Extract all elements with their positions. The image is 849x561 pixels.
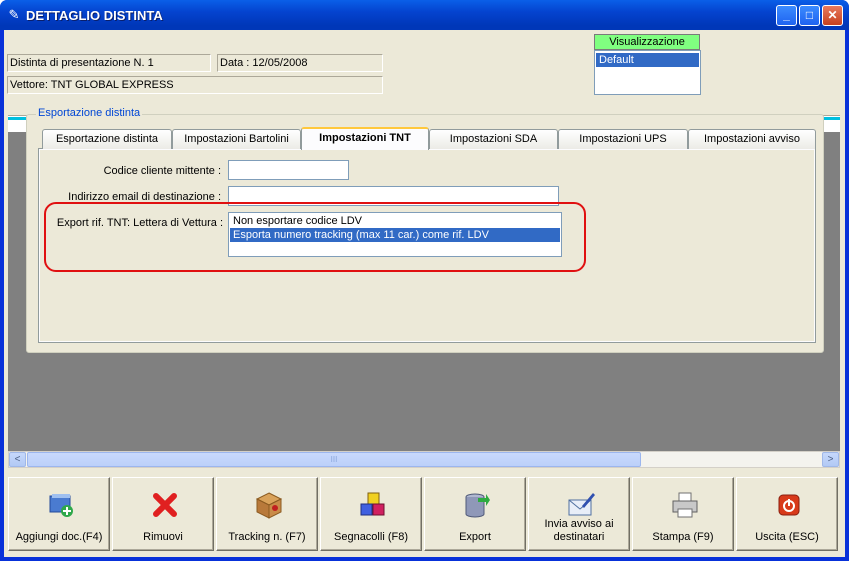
cubes-icon (360, 492, 385, 516)
bottom-toolbar: Aggiungi doc.(F4) Rimuovi Tracking n. (F… (8, 477, 840, 553)
visualizzazione-header: Visualizzazione (594, 34, 700, 50)
tracking-label: Tracking n. (F7) (228, 531, 306, 543)
scroll-thumb[interactable]: III (27, 452, 641, 467)
red-x-icon (153, 493, 177, 517)
printer-icon (672, 492, 698, 518)
remove-button[interactable]: Rimuovi (112, 477, 214, 551)
print-button[interactable]: Stampa (F9) (632, 477, 734, 551)
add-document-button[interactable]: Aggiungi doc.(F4) (8, 477, 110, 551)
database-export-icon (465, 493, 490, 518)
send-notice-button[interactable]: Invia avviso ai destinatari (528, 477, 630, 551)
exit-button[interactable]: Uscita (ESC) (736, 477, 838, 551)
close-button[interactable]: ✕ (822, 5, 843, 26)
segnacolli-button[interactable]: Segnacolli (F8) (320, 477, 422, 551)
settings-tabs: Esportazione distinta Impostazioni Barto… (42, 127, 816, 150)
tracking-button[interactable]: Tracking n. (F7) (216, 477, 318, 551)
red-highlight-annotation (44, 202, 586, 272)
tab-esportazione-distinta[interactable]: Esportazione distinta (42, 129, 172, 149)
print-label: Stampa (F9) (652, 531, 714, 543)
tab-impostazioni-sda[interactable]: Impostazioni SDA (429, 129, 558, 149)
add-document-label: Aggiungi doc.(F4) (15, 531, 103, 543)
export-group-label: Esportazione distinta (36, 107, 143, 119)
window-client-area: Distinta di presentazione N. 1 Data : 12… (4, 30, 845, 557)
pin-icon: ✎ (8, 7, 20, 22)
export-button[interactable]: Export (424, 477, 526, 551)
minimize-button[interactable]: _ (776, 5, 797, 26)
date-field: Data : 12/05/2008 (217, 54, 383, 72)
codice-cliente-label: Codice cliente mittente : (103, 165, 221, 177)
tab-impostazioni-ups[interactable]: Impostazioni UPS (558, 129, 688, 149)
tab-impostazioni-tnt[interactable]: Impostazioni TNT (301, 127, 429, 150)
distinta-number-field: Distinta di presentazione N. 1 (7, 54, 211, 72)
maximize-button[interactable]: □ (799, 5, 820, 26)
tab-impostazioni-avviso[interactable]: Impostazioni avviso (688, 129, 816, 149)
package-icon (255, 492, 283, 519)
envelope-pen-icon (568, 493, 595, 516)
visualizzazione-item-default[interactable]: Default (596, 53, 699, 67)
codice-cliente-input[interactable] (228, 160, 349, 180)
power-icon (778, 494, 800, 516)
title-bar[interactable]: ✎ DETTAGLIO DISTINTA _ □ ✕ (0, 0, 849, 30)
scroll-right-button[interactable]: > (822, 452, 839, 467)
window-title: DETTAGLIO DISTINTA (26, 8, 163, 23)
exit-label: Uscita (ESC) (755, 531, 819, 543)
main-window: ✎ DETTAGLIO DISTINTA _ □ ✕ Distinta di p… (0, 0, 849, 561)
export-label: Export (459, 531, 491, 543)
horizontal-scrollbar[interactable]: < III > (8, 451, 840, 468)
send-notice-label: Invia avviso ai destinatari (544, 518, 614, 543)
tab-impostazioni-bartolini[interactable]: Impostazioni Bartolini (172, 129, 301, 149)
carrier-field: Vettore: TNT GLOBAL EXPRESS (7, 76, 383, 94)
add-document-icon (49, 494, 73, 517)
scroll-left-button[interactable]: < (9, 452, 26, 467)
visualizzazione-list[interactable]: Default (594, 50, 701, 95)
remove-label: Rimuovi (143, 531, 183, 543)
segnacolli-label: Segnacolli (F8) (334, 531, 408, 543)
